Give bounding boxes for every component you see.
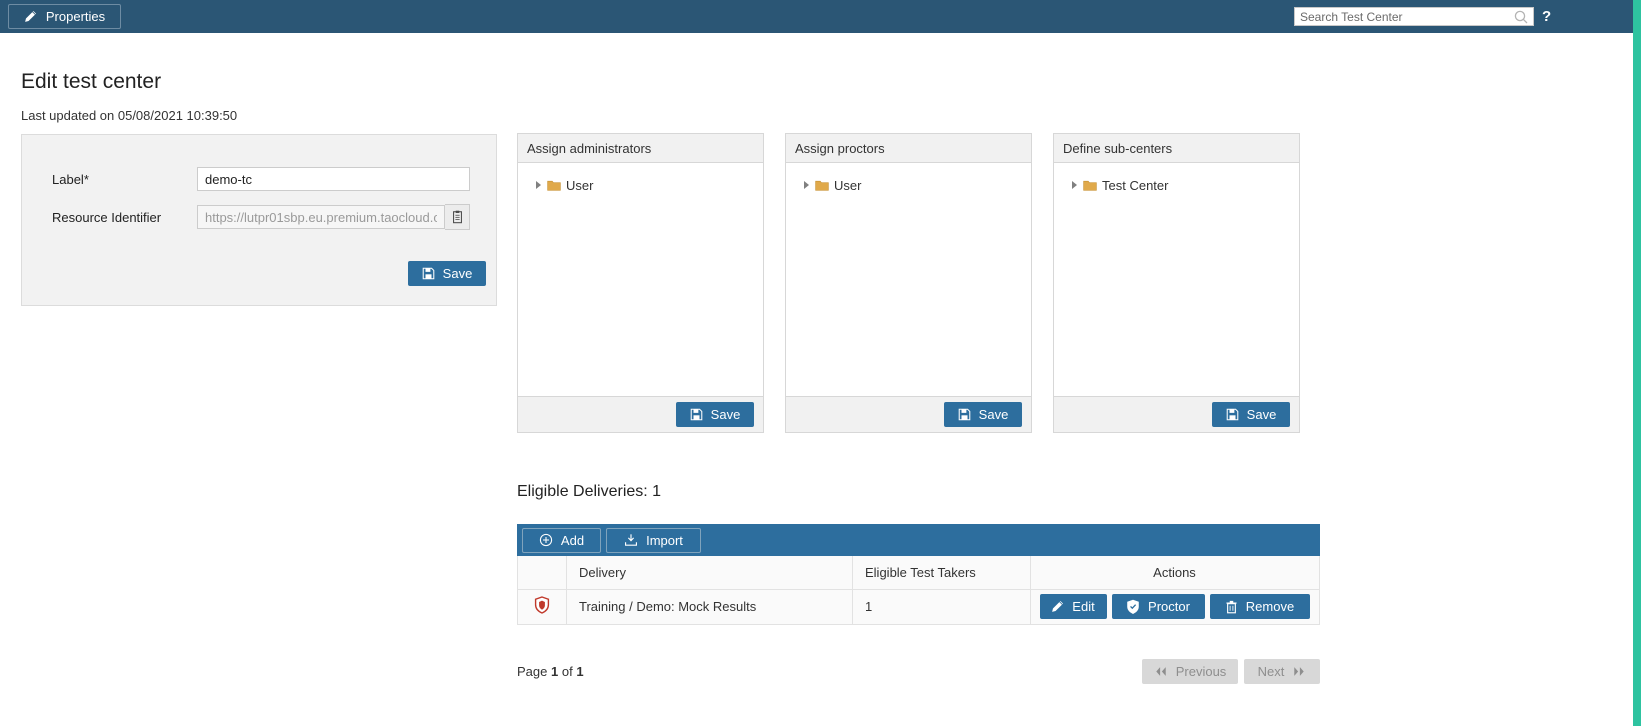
help-icon[interactable]: ? [1542,8,1551,25]
panel-footer-define-sub-centers: Save [1054,396,1299,432]
folder-icon [547,180,561,191]
table-header-actions: Actions [1031,556,1320,589]
eligible-test-takers-cell: 1 [853,589,1031,624]
label-field-label-text: Label [52,172,84,187]
panel-title-assign-proctors: Assign proctors [786,134,1031,163]
label-input[interactable] [197,167,470,191]
pencil-icon [24,10,37,23]
tree-node-user[interactable]: User [804,176,1031,194]
delivery-name-cell: Training / Demo: Mock Results [567,589,853,624]
tree-assign-proctors: User [786,163,1031,396]
floppy-disk-icon [690,408,703,421]
page-prefix: Page [517,664,547,679]
import-delivery-button[interactable]: Import [606,528,701,553]
page-middle: of [562,664,573,679]
plus-circle-icon [539,533,553,547]
page-indicator: Page 1 of 1 [517,664,584,679]
save-properties-button[interactable]: Save [408,261,486,286]
trash-icon [1225,600,1238,614]
table-row[interactable]: Training / Demo: Mock Results 1 Edit Pro… [518,589,1320,624]
floppy-disk-icon [1226,408,1239,421]
label-field-row: Label* [52,167,470,191]
tree-define-sub-centers: Test Center [1054,163,1299,396]
proctor-delivery-button[interactable]: Proctor [1112,594,1205,619]
pagination-buttons: Previous Next [1142,659,1320,684]
tree-node-user-label: User [566,178,593,193]
search-box[interactable] [1294,7,1534,26]
edit-delivery-label: Edit [1072,599,1094,614]
actions-cell: Edit Proctor Remove [1031,589,1320,624]
remove-delivery-label: Remove [1246,599,1294,614]
tab-properties-label: Properties [46,9,105,24]
remove-delivery-button[interactable]: Remove [1210,594,1310,619]
required-marker: * [84,172,89,187]
search-icon[interactable] [1513,9,1529,25]
table-header-icon [518,556,567,589]
next-page-label: Next [1258,664,1285,679]
tree-node-user[interactable]: User [536,176,763,194]
tab-properties[interactable]: Properties [8,4,121,29]
page-title: Edit test center [21,70,161,94]
chevron-right-icon[interactable] [804,181,809,189]
previous-page-label: Previous [1176,664,1227,679]
page-total: 1 [576,664,583,679]
properties-form: Label* Resource Identifier Save [21,134,497,306]
tree-node-test-center-label: Test Center [1102,178,1168,193]
page-current: 1 [551,664,558,679]
accent-edge-bar [1633,0,1641,726]
resource-identifier-input[interactable] [197,205,445,229]
delivery-type-cell [518,589,567,624]
import-icon [624,533,638,547]
panel-define-sub-centers: Define sub-centers Test Center Save [1053,133,1300,433]
chevron-right-icon[interactable] [1072,181,1077,189]
page-content: Edit test center Last updated on 05/08/2… [0,33,1633,726]
panel-assign-administrators: Assign administrators User Save [517,133,764,433]
double-chevron-right-icon [1292,666,1306,677]
pagination: Page 1 of 1 Previous Next [517,654,1320,688]
save-proctors-button[interactable]: Save [944,402,1022,427]
panel-title-assign-administrators: Assign administrators [518,134,763,163]
next-page-button[interactable]: Next [1244,659,1320,684]
save-properties-label: Save [443,266,473,281]
label-field-label: Label* [52,172,197,187]
eligible-deliveries-heading: Eligible Deliveries: 1 [517,483,661,501]
tree-node-test-center[interactable]: Test Center [1072,176,1299,194]
panel-title-define-sub-centers: Define sub-centers [1054,134,1299,163]
last-updated-text: Last updated on 05/08/2021 10:39:50 [21,108,237,123]
floppy-disk-icon [422,267,435,280]
panel-assign-proctors: Assign proctors User Save [785,133,1032,433]
deliveries-toolbar: Add Import [517,524,1320,556]
save-administrators-button[interactable]: Save [676,402,754,427]
import-delivery-label: Import [646,533,683,548]
shield-icon [534,596,550,614]
clipboard-icon[interactable] [445,204,470,230]
resource-identifier-label: Resource Identifier [52,210,197,225]
proctor-delivery-label: Proctor [1148,599,1190,614]
floppy-disk-icon [958,408,971,421]
folder-icon [815,180,829,191]
add-delivery-label: Add [561,533,584,548]
save-administrators-label: Save [711,407,741,422]
deliveries-table: Delivery Eligible Test Takers Actions Tr… [517,556,1320,625]
pencil-icon [1051,600,1064,613]
tree-node-user-label: User [834,178,861,193]
edit-delivery-button[interactable]: Edit [1040,594,1107,619]
panel-footer-assign-proctors: Save [786,396,1031,432]
previous-page-button[interactable]: Previous [1142,659,1238,684]
save-proctors-label: Save [979,407,1009,422]
panel-footer-assign-administrators: Save [518,396,763,432]
table-header-row: Delivery Eligible Test Takers Actions [518,556,1320,589]
save-sub-centers-button[interactable]: Save [1212,402,1290,427]
chevron-right-icon[interactable] [536,181,541,189]
tree-assign-administrators: User [518,163,763,396]
resource-identifier-row: Resource Identifier [52,204,470,230]
add-delivery-button[interactable]: Add [522,528,601,553]
folder-icon [1083,180,1097,191]
shield-check-icon [1126,599,1140,614]
table-header-delivery: Delivery [567,556,853,589]
save-sub-centers-label: Save [1247,407,1277,422]
table-header-eligible-test-takers: Eligible Test Takers [853,556,1031,589]
double-chevron-left-icon [1154,666,1168,677]
search-input[interactable] [1295,8,1513,25]
